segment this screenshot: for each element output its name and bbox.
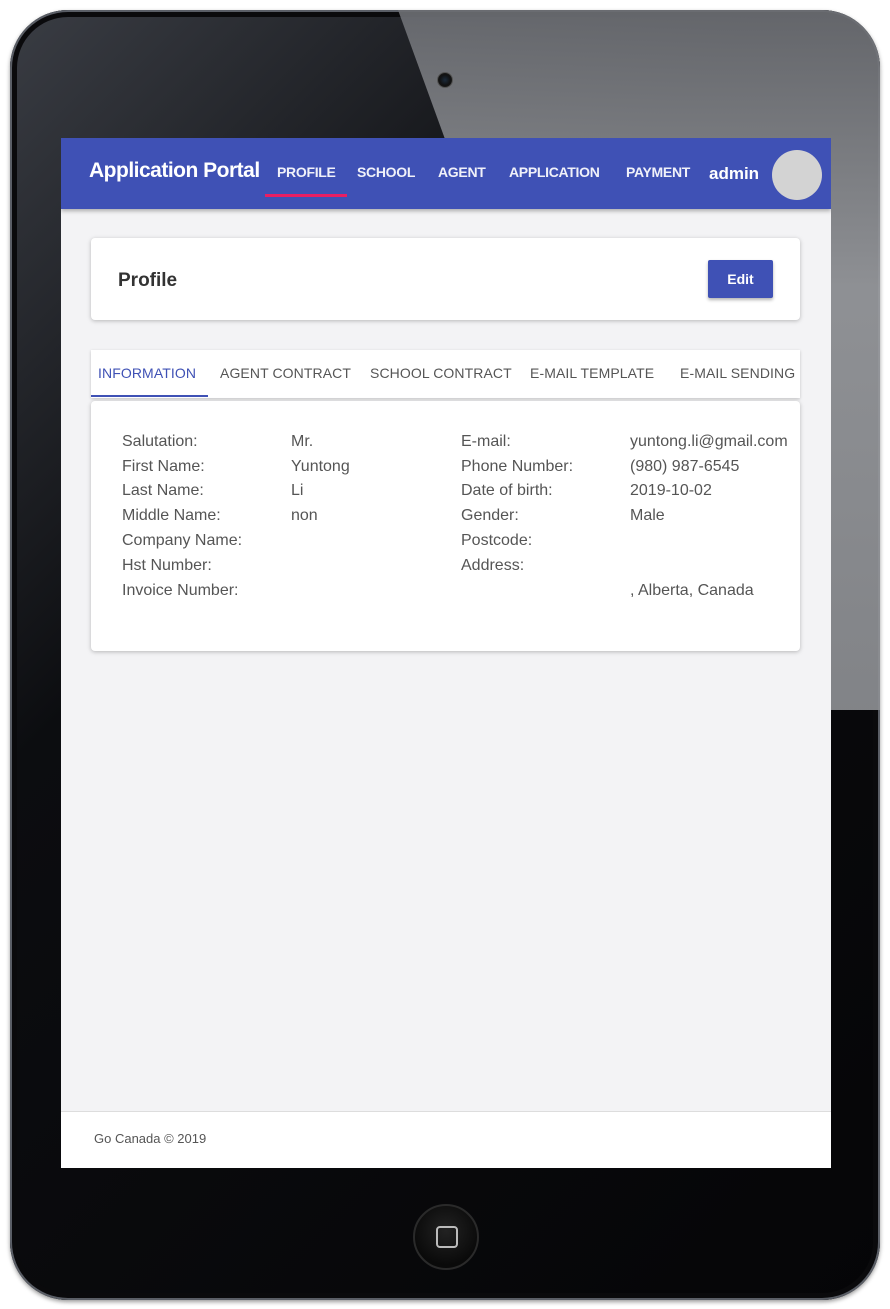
first-name-value: Yuntong: [291, 458, 350, 475]
phone-number-value: (980) 987-6545: [630, 458, 740, 475]
page-title: Profile: [118, 270, 178, 291]
middle-name-value: non: [291, 507, 318, 524]
user-name[interactable]: admin: [709, 164, 759, 184]
brand-title[interactable]: Application Portal: [89, 159, 260, 183]
nav-payment[interactable]: PAYMENT: [626, 164, 690, 180]
edit-button[interactable]: Edit: [708, 260, 773, 298]
tab-agent-contract[interactable]: AGENT CONTRACT: [220, 365, 351, 381]
phone-number-label: Phone Number:: [461, 458, 574, 475]
footer: Go Canada © 2019: [61, 1111, 831, 1168]
home-button[interactable]: [413, 1204, 479, 1270]
nav-application[interactable]: APPLICATION: [509, 164, 600, 180]
avatar[interactable]: [772, 150, 822, 200]
first-name-label: First Name:: [122, 458, 205, 475]
postcode-label: Postcode:: [461, 532, 533, 549]
tab-email-sending[interactable]: E-MAIL SENDING: [680, 365, 795, 381]
tab-email-template[interactable]: E-MAIL TEMPLATE: [530, 365, 654, 381]
address-line-2: , Alberta, Canada: [630, 582, 754, 599]
app-screen: Application Portal PROFILE SCHOOL AGENT …: [61, 138, 831, 1168]
tab-school-contract[interactable]: SCHOOL CONTRACT: [370, 365, 512, 381]
middle-name-label: Middle Name:: [122, 507, 221, 524]
home-square-icon: [436, 1226, 458, 1248]
footer-copyright: Go Canada © 2019: [94, 1131, 207, 1146]
nav-school[interactable]: SCHOOL: [357, 164, 415, 180]
gender-value: Male: [630, 507, 665, 524]
invoice-number-label: Invoice Number:: [122, 582, 239, 599]
email-value: yuntong.li@gmail.com: [630, 433, 788, 450]
salutation-label: Salutation:: [122, 433, 198, 450]
profile-tabs: INFORMATION AGENT CONTRACT SCHOOL CONTRA…: [91, 350, 800, 398]
active-tab-indicator: [91, 395, 208, 397]
camera-icon: [437, 72, 453, 88]
salutation-value: Mr.: [291, 433, 314, 450]
information-card: Salutation: Mr. First Name: Yuntong Last…: [91, 401, 800, 651]
profile-header-card: Profile Edit: [91, 238, 800, 320]
hst-number-label: Hst Number:: [122, 557, 212, 574]
tab-information[interactable]: INFORMATION: [98, 365, 196, 381]
email-label: E-mail:: [461, 433, 511, 450]
last-name-label: Last Name:: [122, 482, 204, 499]
date-of-birth-value: 2019-10-02: [630, 482, 712, 499]
date-of-birth-label: Date of birth:: [461, 482, 553, 499]
address-label: Address:: [461, 557, 525, 574]
top-navbar: Application Portal PROFILE SCHOOL AGENT …: [61, 138, 831, 209]
last-name-value: Li: [291, 482, 304, 499]
gender-label: Gender:: [461, 507, 519, 524]
nav-profile[interactable]: PROFILE: [277, 164, 336, 180]
active-nav-indicator: [265, 194, 347, 197]
nav-agent[interactable]: AGENT: [438, 164, 486, 180]
company-name-label: Company Name:: [122, 532, 243, 549]
